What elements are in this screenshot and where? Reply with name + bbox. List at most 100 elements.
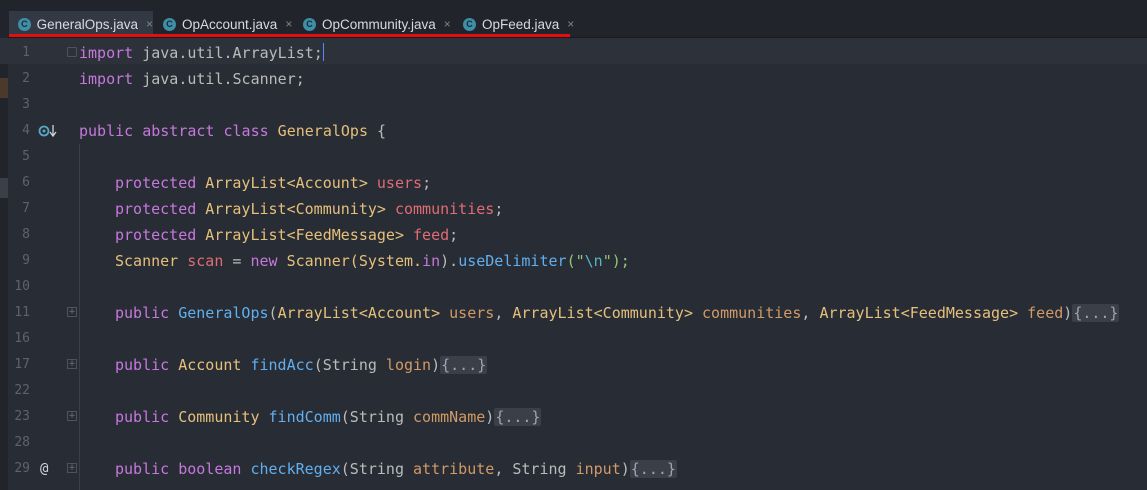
close-icon[interactable]: × [567, 17, 574, 31]
punctuation: ; [422, 174, 432, 192]
code-line-8: protected ArrayList<FeedMessage> feed; [115, 222, 458, 248]
code-line-1: import java.util.ArrayList; [79, 40, 325, 66]
code-line-17: public Account findAcc(String login){...… [115, 352, 488, 378]
code-line-4: public abstract class GeneralOps { [79, 118, 386, 144]
line-number: 28 [14, 435, 30, 450]
class-name: GeneralOps [268, 122, 368, 140]
punctuation: , [801, 304, 820, 322]
line-number: 1 [22, 45, 30, 60]
strip-marker [0, 78, 8, 98]
code-line-9: Scanner scan = new Scanner(System.in).us… [115, 248, 630, 274]
close-icon[interactable]: × [146, 17, 153, 31]
left-tool-strip: a [0, 0, 8, 490]
fold-expand-icon[interactable]: + [67, 307, 77, 317]
punctuation: ) [1063, 304, 1073, 322]
parameter: commName [404, 408, 486, 426]
line-number: 7 [22, 201, 30, 216]
line-number: 10 [14, 279, 30, 294]
code-line-11: public GeneralOps(ArrayList<Account> use… [115, 300, 1120, 326]
punctuation: ) [485, 408, 495, 426]
import-path: java.util.ArrayList; [133, 44, 323, 62]
line-number-gutter: 1 2 3 4 5 6 7 8 9 10 11 16 17 22 23 28 2… [8, 38, 66, 490]
field-name: users [367, 174, 423, 192]
punctuation: { [368, 122, 387, 140]
operator: = [223, 252, 251, 270]
param-type: (String [340, 460, 404, 478]
class-icon: C [163, 17, 176, 31]
type: Scanner(System. [277, 252, 423, 270]
line-number: 4 [22, 123, 30, 138]
line-number: 3 [22, 97, 30, 112]
field-name: feed [404, 226, 450, 244]
punctuation: , [494, 304, 513, 322]
tab-label: OpAccount.java [182, 16, 278, 32]
code-editor[interactable]: a C GeneralOps.java × C OpAccount.java ×… [0, 0, 1147, 490]
type: ArrayList<Community> [196, 200, 386, 218]
annotation-marker-icon[interactable]: @ [40, 456, 48, 482]
punctuation: ) [431, 356, 441, 374]
field-name: communities [385, 200, 495, 218]
line-number: 5 [22, 149, 30, 164]
override-implemented-icon[interactable] [38, 124, 58, 138]
close-icon[interactable]: × [444, 17, 451, 31]
type: Community [169, 408, 260, 426]
tab-highlight-underline [9, 34, 570, 37]
keyword: public [115, 460, 170, 478]
field-name: scan [178, 252, 224, 270]
type: Scanner [115, 252, 179, 270]
type: ArrayList<Community> [512, 304, 693, 322]
line-number: 22 [14, 383, 30, 398]
type: ArrayList<FeedMessage> [196, 226, 404, 244]
keyword: boolean [169, 460, 242, 478]
fold-expand-icon[interactable]: + [67, 463, 77, 473]
fold-expand-icon[interactable]: + [67, 359, 77, 369]
folded-block[interactable]: {...} [629, 460, 677, 478]
parameter: login [376, 356, 432, 374]
class-icon: C [303, 17, 316, 31]
fold-open-icon[interactable] [67, 47, 77, 57]
folded-block[interactable]: {...} [1072, 304, 1120, 322]
param-type: (String [313, 356, 377, 374]
keyword-import: import [79, 70, 134, 88]
class-icon: C [18, 17, 31, 31]
code-line-23: public Community findComm(String commNam… [115, 404, 542, 430]
type: ArrayList<Account> [277, 304, 441, 322]
folded-block[interactable]: {...} [494, 408, 542, 426]
escape-sequence: \n [584, 252, 603, 270]
line-number: 16 [14, 331, 30, 346]
keyword: new [250, 252, 278, 270]
code-line-29: public boolean checkRegex(String attribu… [115, 456, 677, 482]
method-call: useDelimiter [458, 252, 567, 270]
line-number: 9 [22, 253, 30, 268]
tab-label: GeneralOps.java [36, 16, 138, 32]
tab-label: OpCommunity.java [322, 16, 436, 32]
constructor-name: GeneralOps [169, 304, 269, 322]
keyword: class [214, 122, 269, 140]
line-number: 23 [14, 409, 30, 424]
keyword: public [115, 408, 170, 426]
code-line-2: import java.util.Scanner; [79, 66, 305, 92]
parameter: feed [1018, 304, 1064, 322]
strip-marker [0, 178, 8, 198]
keyword: public [115, 304, 170, 322]
line-number: 8 [22, 227, 30, 242]
close-icon[interactable]: × [285, 17, 292, 31]
fold-expand-icon[interactable]: + [67, 411, 77, 421]
editor-tab-bar: C GeneralOps.java × C OpAccount.java × C… [8, 0, 1147, 38]
method-name: findComm [259, 408, 341, 426]
code-area[interactable]: import java.util.ArrayList; import java.… [79, 38, 1147, 490]
folded-block[interactable]: {...} [440, 356, 488, 374]
keyword: protected [115, 174, 197, 192]
class-icon: C [463, 17, 476, 31]
param-type: , String [494, 460, 567, 478]
keyword-import: import [79, 44, 134, 62]
parameter: attribute [404, 460, 495, 478]
type: ArrayList<FeedMessage> [819, 304, 1019, 322]
line-number: 2 [22, 71, 30, 86]
type: ArrayList<Account> [196, 174, 368, 192]
line-number: 11 [14, 305, 30, 320]
parameter: input [566, 460, 621, 478]
parameter: communities [693, 304, 802, 322]
punctuation: ; [449, 226, 459, 244]
string: (" [566, 252, 585, 270]
